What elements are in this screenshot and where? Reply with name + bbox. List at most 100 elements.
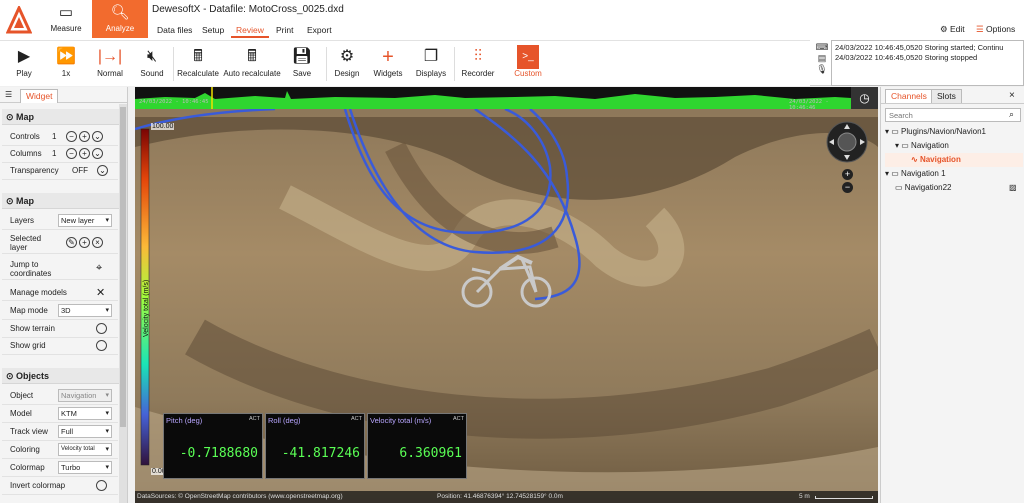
speed-button[interactable]: ⏩ 1x [52,45,80,85]
notes-icon[interactable]: ▤ [815,53,829,64]
folder-icon: ▭ [891,169,899,178]
microphone-icon[interactable]: 🎙︎ [815,64,829,75]
edit-small-icon[interactable]: ▨ [1009,181,1017,195]
menu-review[interactable]: Review [231,22,269,38]
crosshair-icon[interactable]: ⌖ [96,262,102,275]
menu-export[interactable]: Export [302,22,337,38]
row-columns: Columns 1 − + ⌄ [2,146,118,163]
layers-select[interactable]: New layer ▾ [58,214,112,227]
section-map-layers[interactable]: ⊙ Map [2,193,126,209]
log-list[interactable]: 24/03/2022 10:46:45,0520 Storing started… [831,40,1024,86]
calculator-icon: 🖩 [193,48,203,65]
zoom-in-icon[interactable]: + [842,169,853,180]
left-panel-tabs: ☰ Widget [0,87,128,103]
toolbar-separator [326,47,327,81]
collapse-icon: ▾ [885,127,890,136]
tree-item-navigation-1[interactable]: ▾ ▭ Navigation 1 [885,167,1023,181]
menu-setup[interactable]: Setup [197,22,229,38]
row-jump-to-coordinates: Jump to coordinates ⌖ [2,258,118,280]
tab-widget[interactable]: Widget [20,89,59,103]
widgets-button[interactable]: + Widgets [370,45,406,85]
row-coloring: Coloring Velocity total ▾ [2,442,118,459]
map-navigation-compass-icon[interactable] [823,120,871,168]
channels-panel: Channels Slots × ⌕ ▾ ▭ Plugins/Navion/Na… [880,87,1024,503]
dewesoft-logo [6,6,32,34]
row-track-view: Track view Full ▾ [2,424,118,441]
design-button[interactable]: ⚙ Design [331,45,363,85]
model-select[interactable]: KTM ▾ [58,407,112,420]
remove-control-icon[interactable]: − [66,131,77,142]
search-icon[interactable]: ⌕ [1009,109,1014,120]
expand-icon[interactable]: ⌄ [92,131,103,142]
position-readout: Position: 41.46876394° 12.74528159° 0.0m [437,493,563,500]
floppy-disk-icon: 💾︎ [291,48,313,65]
section-objects[interactable]: ⊙ Objects [2,368,126,384]
add-column-icon[interactable]: + [79,148,90,159]
row-colormap: Colormap Turbo ▾ [2,460,118,477]
edit-layer-icon[interactable]: ✎ [66,237,77,248]
track-view-select[interactable]: Full ▾ [58,425,112,438]
panel-menu-icon[interactable]: ☰ [5,90,12,99]
displays-icon: ❐ [423,48,439,65]
collapse-icon: ▾ [885,169,890,178]
recorder-button[interactable]: ⫶⫶ Recorder [458,45,498,85]
analyze-mode-button[interactable]: 🔍︎ Analyze [92,0,148,38]
normal-button[interactable]: |→| Normal [92,45,128,85]
sound-button[interactable]: 🔇︎ Sound [136,45,168,85]
custom-button[interactable]: >_ Custom [505,45,551,85]
tree-item-navigation-selected[interactable]: ∿ Navigation [885,153,1023,167]
save-button[interactable]: 💾︎ Save [288,45,316,85]
remove-column-icon[interactable]: − [66,148,77,159]
edit-button[interactable]: ⚙ Edit [940,24,965,35]
gear-icon: ⚙ [339,48,355,65]
zoom-out-icon[interactable]: − [842,182,853,193]
invert-colormap-radio[interactable] [96,480,107,491]
coloring-select[interactable]: Velocity total ▾ [58,443,112,456]
object-select[interactable]: Navigation ▾ [58,389,112,402]
scale-label: 5 m [799,493,810,500]
show-terrain-radio[interactable] [96,323,107,334]
expand-icon[interactable]: ⌄ [92,148,103,159]
close-icon[interactable]: × [1009,90,1015,101]
tree-item-navigation-group[interactable]: ▾ ▭ Navigation [885,139,1023,153]
displays-button[interactable]: ❐ Displays [412,45,450,85]
section-map-controls[interactable]: ⊙ Map [2,109,126,125]
measure-mode-button[interactable]: ▭ Measure [38,0,94,38]
terminal-icon: >_ [517,45,539,69]
tree-item-plugins[interactable]: ▾ ▭ Plugins/Navion/Navion1 [885,125,1023,139]
tools-icon[interactable]: ✕ [96,286,105,299]
add-control-icon[interactable]: + [79,131,90,142]
options-button[interactable]: ☰ Options [976,24,1015,35]
channel-search-input[interactable] [885,108,1021,122]
left-panel-scroll-thumb[interactable] [120,107,126,427]
menu-print[interactable]: Print [271,22,298,38]
event-log: ⌨ ▤ 🎙︎ 24/03/2022 10:46:45,0520 Storing … [815,40,1024,86]
menu-data-files[interactable]: Data files [152,22,197,38]
timeline-overview[interactable]: 24/03/2022 - 10:46:45 24/03/2022 - 10:46… [135,87,851,111]
tab-channels[interactable]: Channels [885,89,933,103]
auto-recalculate-button[interactable]: 🖩 Auto recalculate [221,45,283,85]
display-pitch[interactable]: Pitch (deg) ACT -0.7188680 [163,413,263,479]
recalculate-button[interactable]: 🖩 Recalculate [176,45,220,85]
tab-slots[interactable]: Slots [931,89,962,103]
delete-layer-icon[interactable]: × [92,237,103,248]
add-layer-icon[interactable]: + [79,237,90,248]
play-button[interactable]: ▶ Play [10,45,38,85]
folder-icon: ▭ [891,127,899,136]
map-widget[interactable]: 24/03/2022 - 10:46:45 24/03/2022 - 10:46… [135,87,878,503]
play-icon: ▶ [17,48,31,65]
map-mode-select[interactable]: 3D ▾ [58,304,112,317]
clock-icon[interactable]: ◷ [851,87,878,109]
fast-forward-icon: ⏩ [56,48,76,65]
row-model: Model KTM ▾ [2,406,118,423]
keyboard-icon[interactable]: ⌨ [815,42,829,53]
colormap-select[interactable]: Turbo ▾ [58,461,112,474]
display-velocity-total[interactable]: Velocity total (m/s) ACT 6.360961 [367,413,467,479]
tree-item-navigation22[interactable]: ▭ Navigation22 ▨ [885,181,1023,195]
signal-icon: ∿ [911,155,918,164]
transparency-toggle-icon[interactable]: ⌄ [97,165,108,176]
display-roll[interactable]: Roll (deg) ACT -41.817246 [265,413,365,479]
magnifier-icon: 🔍︎ [110,4,130,21]
auto-calculator-icon: 🖩 [247,48,257,65]
show-grid-radio[interactable] [96,340,107,351]
